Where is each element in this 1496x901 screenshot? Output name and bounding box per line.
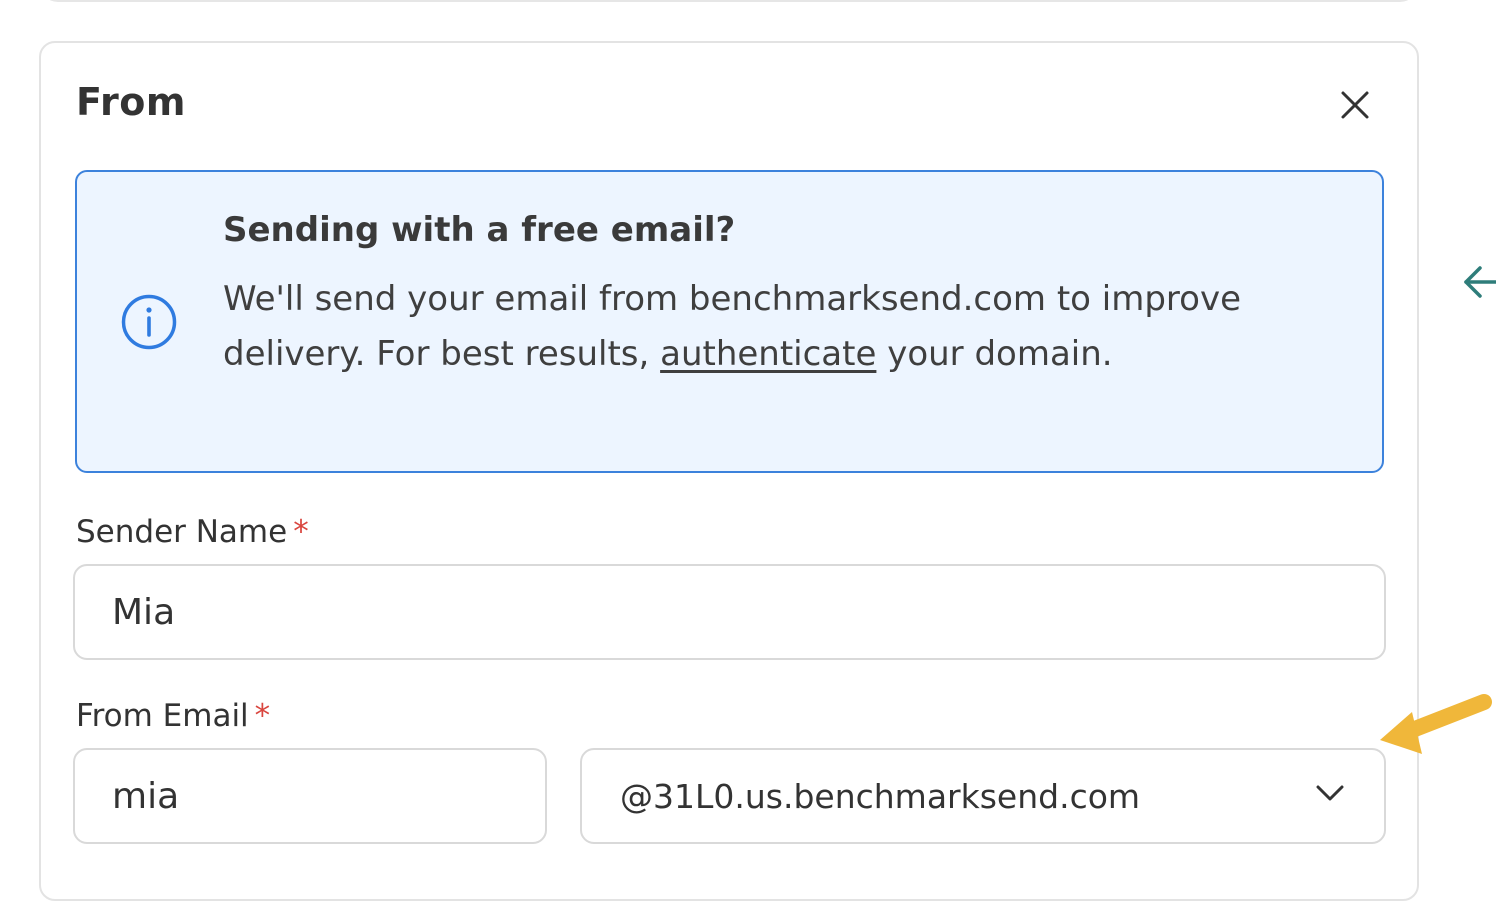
required-marker: * bbox=[254, 698, 271, 734]
required-marker: * bbox=[293, 514, 309, 550]
close-icon bbox=[1341, 91, 1369, 119]
from-email-domain-value: @31L0.us.benchmarksend.com bbox=[620, 776, 1141, 816]
notice-title: Sending with a free email? bbox=[223, 210, 736, 250]
panel-title: From bbox=[76, 80, 186, 124]
sender-name-label-text: Sender Name bbox=[76, 514, 288, 550]
authenticate-link[interactable]: authenticate bbox=[660, 334, 876, 374]
close-button[interactable] bbox=[1332, 82, 1378, 128]
sender-name-value: Mia bbox=[112, 591, 176, 633]
notice-text-after: your domain. bbox=[876, 334, 1113, 374]
from-email-local-input[interactable]: mia bbox=[73, 748, 547, 844]
info-icon bbox=[121, 294, 177, 350]
annotation-arrow-icon bbox=[1380, 694, 1492, 754]
from-email-label-text: From Email bbox=[76, 698, 249, 734]
from-email-domain-select[interactable]: @31L0.us.benchmarksend.com bbox=[580, 748, 1386, 844]
notice-text: We'll send your email from benchmarksend… bbox=[223, 272, 1243, 382]
sender-name-input[interactable]: Mia bbox=[73, 564, 1386, 660]
from-email-local-value: mia bbox=[112, 775, 180, 817]
previous-card-edge bbox=[40, 0, 1418, 2]
sender-name-label: Sender Name * bbox=[76, 514, 309, 550]
chevron-down-icon bbox=[1316, 785, 1344, 801]
from-email-label: From Email * bbox=[76, 698, 270, 734]
arrow-left-icon[interactable] bbox=[1462, 262, 1496, 302]
